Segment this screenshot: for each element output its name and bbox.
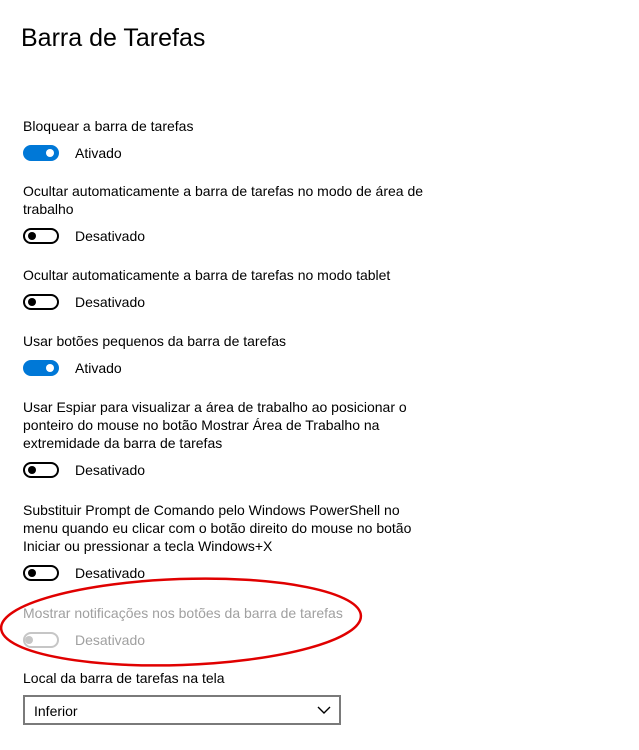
- toggle-knob: [46, 149, 54, 157]
- toggle-state-label: Ativado: [75, 360, 122, 376]
- small-buttons-toggle[interactable]: [23, 360, 59, 376]
- toggle-state-label: Desativado: [75, 228, 146, 244]
- setting-small-buttons: Usar botões pequenos da barra de tarefas…: [23, 332, 423, 382]
- setting-powershell: Substituir Prompt de Comando pelo Window…: [23, 501, 423, 587]
- setting-label: Ocultar automaticamente a barra de taref…: [23, 267, 391, 283]
- toggle-state-label: Desativado: [75, 632, 146, 648]
- taskbar-location-dropdown[interactable]: Inferior: [23, 695, 341, 725]
- toggle-knob: [28, 232, 36, 240]
- setting-label: Mostrar notificações nos botões da barra…: [23, 605, 343, 621]
- lock-taskbar-toggle[interactable]: [23, 145, 59, 161]
- peek-toggle[interactable]: [23, 462, 59, 478]
- setting-peek: Usar Espiar para visualizar a área de tr…: [23, 398, 423, 484]
- toggle-knob: [28, 466, 36, 474]
- chevron-down-icon: [317, 703, 331, 722]
- toggle-knob: [25, 636, 33, 644]
- autohide-desktop-toggle[interactable]: [23, 228, 59, 244]
- toggle-state-label: Ativado: [75, 145, 122, 161]
- setting-autohide-tablet: Ocultar automaticamente a barra de taref…: [23, 266, 423, 316]
- badges-toggle: [23, 632, 59, 648]
- setting-autohide-desktop: Ocultar automaticamente a barra de taref…: [23, 182, 423, 250]
- setting-label: Usar botões pequenos da barra de tarefas: [23, 333, 287, 349]
- toggle-state-label: Desativado: [75, 294, 146, 310]
- toggle-knob: [46, 364, 54, 372]
- setting-lock-taskbar: Bloquear a barra de tarefas Ativado: [23, 117, 423, 167]
- taskbar-location-label: Local da barra de tarefas na tela: [23, 670, 225, 686]
- setting-label: Ocultar automaticamente a barra de taref…: [23, 183, 424, 217]
- toggle-state-label: Desativado: [75, 462, 146, 478]
- toggle-knob: [28, 569, 36, 577]
- autohide-tablet-toggle[interactable]: [23, 294, 59, 310]
- toggle-knob: [28, 298, 36, 306]
- page-title: Barra de Tarefas: [21, 24, 206, 52]
- toggle-state-label: Desativado: [75, 565, 146, 581]
- setting-label: Usar Espiar para visualizar a área de tr…: [23, 399, 407, 451]
- dropdown-selected-value: Inferior: [34, 703, 78, 719]
- powershell-toggle[interactable]: [23, 565, 59, 581]
- setting-taskbar-location: Local da barra de tarefas na tela: [23, 669, 423, 687]
- setting-label: Bloquear a barra de tarefas: [23, 118, 194, 134]
- setting-badges: Mostrar notificações nos botões da barra…: [23, 604, 423, 654]
- setting-label: Substituir Prompt de Comando pelo Window…: [23, 502, 412, 554]
